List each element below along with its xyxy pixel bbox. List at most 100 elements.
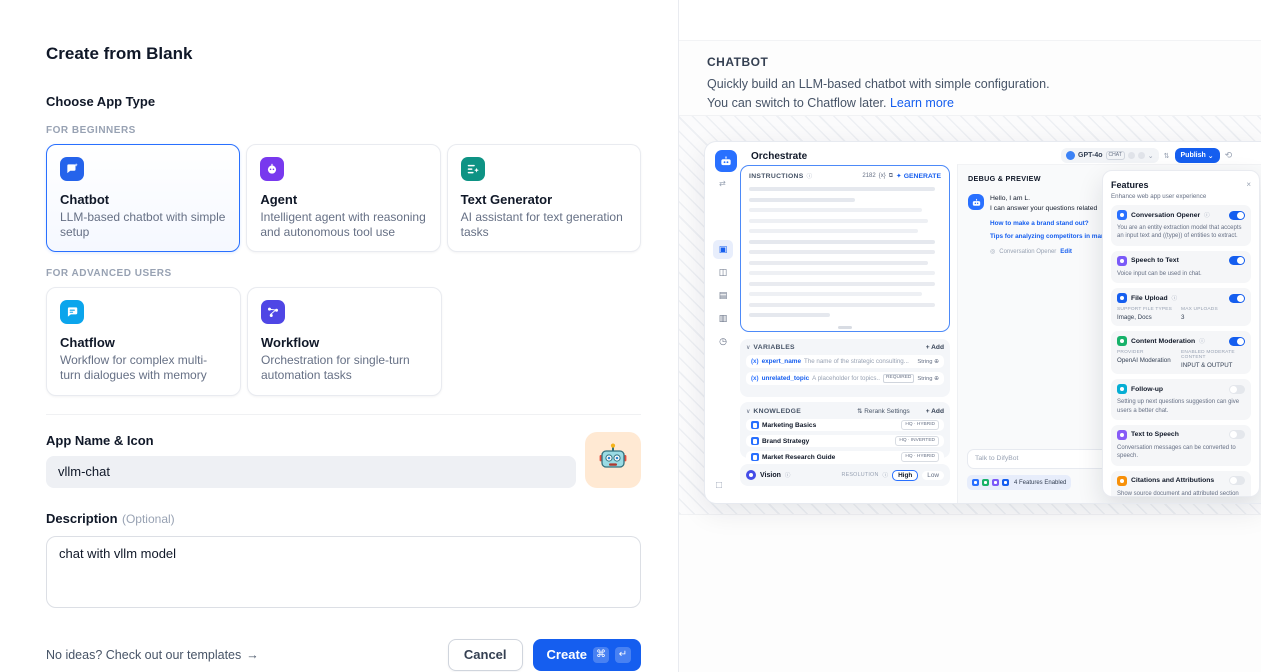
rerank-settings-link: Rerank Settings xyxy=(864,408,909,415)
microphone-icon xyxy=(1117,256,1127,266)
speaker-icon xyxy=(1117,430,1127,440)
prompt-placeholder-lines xyxy=(749,187,941,317)
for-advanced-users-label: FOR ADVANCED USERS xyxy=(46,268,641,279)
resize-handle xyxy=(838,326,852,329)
feature-mini-icon xyxy=(972,479,979,486)
dataset-icon xyxy=(751,437,759,445)
citation-icon xyxy=(1117,476,1127,486)
suggestion-link: How to make a brand stand out? xyxy=(990,220,1089,227)
caret-icon: ∨ xyxy=(746,344,750,351)
feature-follow-up: Follow-up Setting up next questions sugg… xyxy=(1111,379,1251,420)
toggle-on xyxy=(1229,211,1245,220)
app-type-title: Agent xyxy=(260,192,426,207)
variable-token-icon: {x} xyxy=(879,173,886,179)
text-sparkle-icon xyxy=(461,157,485,181)
app-name-section: App Name & Icon xyxy=(46,432,641,488)
app-type-description: AI assistant for text generation tasks xyxy=(461,210,627,239)
app-icon-picker[interactable] xyxy=(585,432,641,488)
info-icon: ⓘ xyxy=(1204,211,1210,219)
feature-conversation-opener: Conversation Opener ⓘ You are an entity … xyxy=(1111,205,1251,246)
model-provider-icon xyxy=(1066,151,1075,160)
selected-type-heading: CHATBOT xyxy=(707,55,1241,69)
feature-speech-to-text: Speech to Text Voice input can be used i… xyxy=(1111,251,1251,283)
model-toolbar: GPT-4o CHAT ⌄ ⇅ Publish ⌄ ⟲ xyxy=(1061,148,1232,163)
chat-follow-up-icon xyxy=(1117,384,1127,394)
knowledge-row: Market Research Guide HQ · HYBRID xyxy=(746,451,944,463)
vision-row: Vision ⓘ RESOLUTION ⓘ High Low xyxy=(740,464,950,486)
for-beginners-label: FOR BEGINNERS xyxy=(46,125,641,136)
app-type-title: Workflow xyxy=(261,335,428,350)
create-from-blank-panel: Create from Blank Choose App Type FOR BE… xyxy=(0,0,678,672)
section-divider xyxy=(46,414,641,415)
app-name-label: App Name & Icon xyxy=(46,433,576,448)
caret-icon: ∨ xyxy=(746,408,750,415)
toggle-off xyxy=(1229,385,1245,394)
app-type-description: LLM-based chatbot with simple setup xyxy=(60,210,226,239)
publish-button: Publish ⌄ xyxy=(1175,148,1220,163)
shield-icon xyxy=(1117,336,1127,346)
right-panel-topbar xyxy=(679,0,1261,41)
feature-mini-icon xyxy=(982,479,989,486)
app-type-title: Text Generator xyxy=(461,192,627,207)
tune-icon: ⇅ xyxy=(1164,152,1170,160)
model-mini-icon xyxy=(1128,152,1135,159)
info-icon: ⓘ xyxy=(883,471,889,479)
model-mode-badge: CHAT xyxy=(1106,151,1125,160)
cmd-key-icon: ⌘ xyxy=(593,647,609,663)
workflow-nodes-icon xyxy=(261,300,285,324)
knowledge-row: Marketing Basics HQ · HYBRID xyxy=(746,419,944,431)
feature-mini-icon xyxy=(1002,479,1009,486)
nav-orchestrate-icon: ▣ xyxy=(713,240,733,259)
app-type-card-chatflow[interactable]: Chatflow Workflow for complex multi-turn… xyxy=(46,287,241,395)
copy-icon: ⧉ xyxy=(889,173,893,180)
variable-row: (x) expert_name The name of the strategi… xyxy=(746,355,944,368)
selected-type-description: Quickly build an LLM-based chatbot with … xyxy=(707,75,1059,113)
feature-mini-icon xyxy=(992,479,999,486)
variables-label: VARIABLES xyxy=(753,344,794,351)
page-title: Create from Blank xyxy=(46,44,641,64)
choose-app-type-label: Choose App Type xyxy=(46,94,641,109)
model-mini-icon xyxy=(1138,152,1145,159)
info-icon: ⓘ xyxy=(785,471,791,479)
nav-history-icon: ◷ xyxy=(713,332,733,351)
model-selector: GPT-4o CHAT ⌄ xyxy=(1061,148,1159,163)
description-label: Description xyxy=(46,511,118,526)
features-panel: Features × Enhance web app user experien… xyxy=(1102,170,1260,497)
app-name-input[interactable] xyxy=(46,456,576,488)
app-type-description: Workflow for complex multi-turn dialogue… xyxy=(60,353,227,382)
spark-icon: ✦ xyxy=(896,172,902,180)
app-type-card-agent[interactable]: Agent Intelligent agent with reasoning a… xyxy=(246,144,440,252)
templates-link[interactable]: No ideas? Check out our templates → xyxy=(46,648,259,662)
app-type-info-panel: CHATBOT Quickly build an LLM-based chatb… xyxy=(678,0,1261,672)
generate-button: ✦ GENERATE xyxy=(896,172,941,180)
cancel-button[interactable]: Cancel xyxy=(448,639,523,671)
chevron-down-icon: ⌄ xyxy=(1148,152,1154,160)
features-enabled-bar: 4 Features Enabled xyxy=(967,475,1071,490)
robot-head-icon xyxy=(260,157,284,181)
add-knowledge-button: + Add xyxy=(926,408,944,415)
version-history-icon: ⟲ xyxy=(1225,150,1233,161)
info-icon: ⓘ xyxy=(1172,294,1178,302)
app-type-card-text-generator[interactable]: Text Generator AI assistant for text gen… xyxy=(447,144,641,252)
toggle-off xyxy=(1229,476,1245,485)
arrow-right-icon: → xyxy=(246,648,259,662)
resolution-low-button: Low xyxy=(922,471,944,480)
folder-icon xyxy=(1117,293,1127,303)
modal-footer: No ideas? Check out our templates → Canc… xyxy=(46,639,641,671)
description-textarea[interactable]: chat with vllm model xyxy=(46,536,641,608)
create-button[interactable]: Create ⌘ ↵ xyxy=(533,639,641,671)
enter-key-icon: ↵ xyxy=(615,647,631,663)
char-count: 2182 xyxy=(862,173,875,179)
preview-page-title: Orchestrate xyxy=(751,151,807,162)
vision-icon xyxy=(746,470,756,480)
app-type-card-workflow[interactable]: Workflow Orchestration for single-turn a… xyxy=(247,287,442,395)
info-icon: ⓘ xyxy=(807,172,813,180)
opener-icon: ◎ xyxy=(990,248,995,255)
toggle-on xyxy=(1229,256,1245,265)
advanced-app-type-cards: Chatflow Workflow for complex multi-turn… xyxy=(46,287,641,395)
learn-more-link[interactable]: Learn more xyxy=(890,96,954,110)
preview-band: ⇄ ▣ ◫ ▤ ▥ ◷ □ Orchestrate GPT-4o xyxy=(679,115,1261,515)
variables-panel: ∨ VARIABLES + Add (x) expert_name The na… xyxy=(740,339,950,397)
app-avatar-icon xyxy=(715,150,737,172)
app-type-card-chatbot[interactable]: Chatbot LLM-based chatbot with simple se… xyxy=(46,144,240,252)
